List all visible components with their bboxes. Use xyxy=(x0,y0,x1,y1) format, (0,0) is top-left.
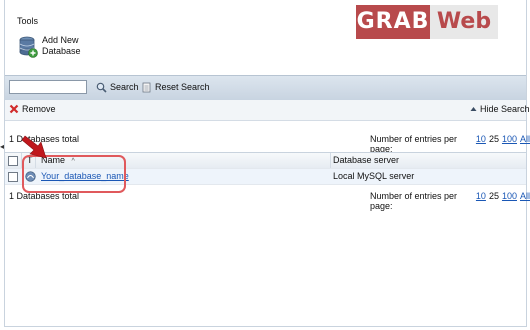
page-size-100-link[interactable]: 100 xyxy=(502,191,517,211)
hide-search-label: Hide Search xyxy=(480,104,530,114)
page-size-100-link[interactable]: 100 xyxy=(502,134,517,154)
database-server-column-header[interactable]: Database server xyxy=(333,153,399,168)
add-new-database-link[interactable]: Add New Database xyxy=(42,35,102,57)
remove-button-label: Remove xyxy=(22,104,56,114)
remove-button[interactable]: Remove xyxy=(9,104,56,114)
collapse-handle-icon[interactable]: ◂ xyxy=(0,143,4,151)
reset-search-label: Reset Search xyxy=(155,82,210,92)
search-button[interactable]: Search xyxy=(96,80,139,94)
tools-heading: Tools xyxy=(17,16,39,26)
watermark-web: Web xyxy=(430,5,498,39)
entries-per-page-label: Number of entries per page: xyxy=(370,134,458,154)
row-checkbox[interactable] xyxy=(8,172,18,182)
select-all-checkbox[interactable] xyxy=(8,156,18,166)
entries-per-page-label: Number of entries per page: xyxy=(370,191,458,211)
actions-toolbar xyxy=(5,100,526,121)
database-server-cell: Local MySQL server xyxy=(333,171,415,181)
page-size-all-link[interactable]: All xyxy=(520,191,530,211)
remove-x-icon xyxy=(9,104,19,114)
reset-search-icon xyxy=(142,82,151,92)
watermark-grab: GRAB xyxy=(356,5,430,39)
grabweb-watermark: GRAB Web xyxy=(356,5,498,39)
page-size-10-link[interactable]: 10 xyxy=(476,191,486,211)
entries-per-page-bottom: Number of entries per page: 10 25 100 Al… xyxy=(370,191,530,211)
add-new-database-line1: Add New xyxy=(42,35,79,45)
search-button-label: Search xyxy=(110,82,139,92)
search-input[interactable] xyxy=(9,80,87,94)
chevron-up-icon xyxy=(470,107,477,111)
entries-per-page-top: Number of entries per page: 10 25 100 Al… xyxy=(370,134,530,154)
page-size-25-current: 25 xyxy=(488,191,499,201)
add-new-database-line2: Database xyxy=(42,46,81,56)
page-size-25-current: 25 xyxy=(488,134,499,144)
database-add-icon[interactable] xyxy=(18,36,38,58)
red-arrow-annotation xyxy=(22,135,47,159)
page-size-10-link[interactable]: 10 xyxy=(476,134,486,154)
page-size-all-link[interactable]: All xyxy=(520,134,530,154)
hide-search-button[interactable]: Hide Search xyxy=(470,104,530,114)
reset-search-button[interactable]: Reset Search xyxy=(142,80,210,94)
magnifier-icon xyxy=(96,82,107,93)
